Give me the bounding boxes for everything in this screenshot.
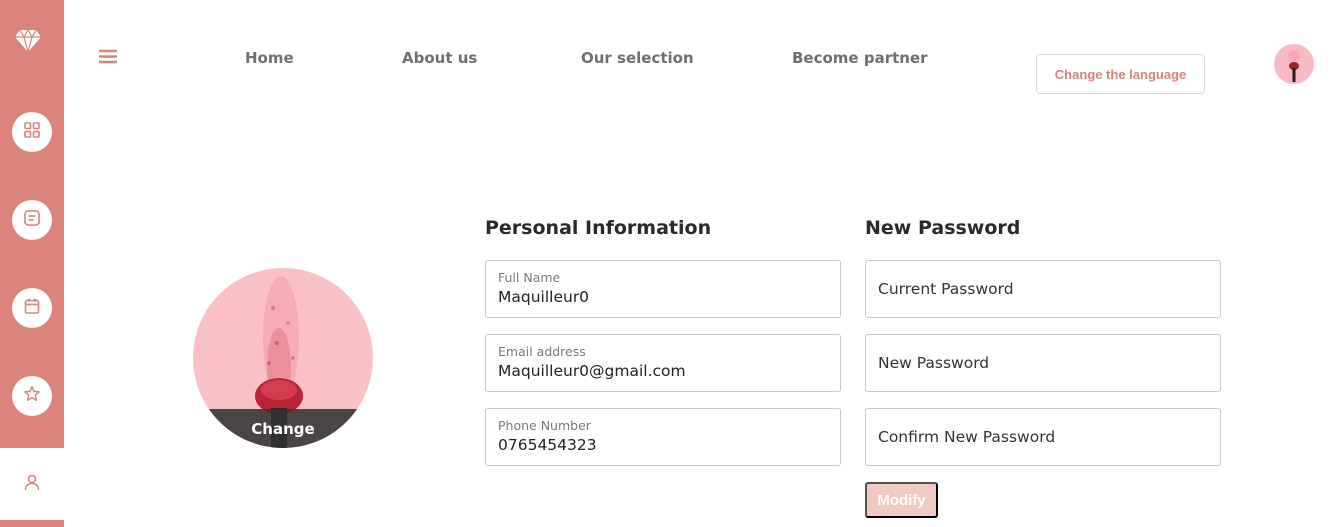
email-value[interactable]: Maquilleur0@gmail.com [498,362,686,380]
sidebar [0,0,64,527]
sidebar-item-notes[interactable] [12,200,52,240]
sidebar-bottom-strip [0,520,64,527]
personal-info-title: Personal Information [485,217,712,239]
sidebar-item-favorites[interactable] [12,376,52,416]
nav-home-link[interactable]: Home [245,49,294,67]
phone-value[interactable]: 0765454323 [498,436,597,454]
full-name-label: Full Name [498,270,561,285]
nav-about-link[interactable]: About us [402,49,477,67]
grid-icon [23,121,41,143]
full-name-field[interactable]: Full Name Maquilleur0 [485,260,841,318]
sidebar-item-profile[interactable] [0,448,64,520]
nav-selection-link[interactable]: Our selection [581,49,694,67]
nav-partner-link[interactable]: Become partner [792,49,928,67]
phone-field[interactable]: Phone Number 0765454323 [485,408,841,466]
current-password-placeholder: Current Password [878,280,1014,298]
change-language-button[interactable]: Change the language [1036,54,1205,94]
new-password-placeholder: New Password [878,354,990,372]
phone-label: Phone Number [498,418,591,433]
avatar[interactable] [1274,44,1314,84]
hamburger-icon[interactable] [98,49,118,65]
change-photo-button[interactable]: Change [193,409,373,448]
user-icon [23,473,41,495]
star-icon [23,385,41,407]
calendar-icon [23,297,41,319]
new-password-title: New Password [865,217,1021,239]
confirm-password-field[interactable]: Confirm New Password [865,408,1221,466]
confirm-password-placeholder: Confirm New Password [878,428,1056,446]
email-label: Email address [498,344,586,359]
modify-button[interactable]: Modify [865,482,938,518]
diamond-icon[interactable] [14,28,42,55]
note-icon [23,209,41,231]
profile-picture: Change [193,268,373,448]
email-field[interactable]: Email address Maquilleur0@gmail.com [485,334,841,392]
current-password-field[interactable]: Current Password [865,260,1221,318]
new-password-field[interactable]: New Password [865,334,1221,392]
sidebar-item-calendar[interactable] [12,288,52,328]
full-name-value[interactable]: Maquilleur0 [498,288,589,306]
sidebar-item-dashboard[interactable] [12,112,52,152]
profile-page: Home About us Our selection Become partn… [0,0,1343,527]
